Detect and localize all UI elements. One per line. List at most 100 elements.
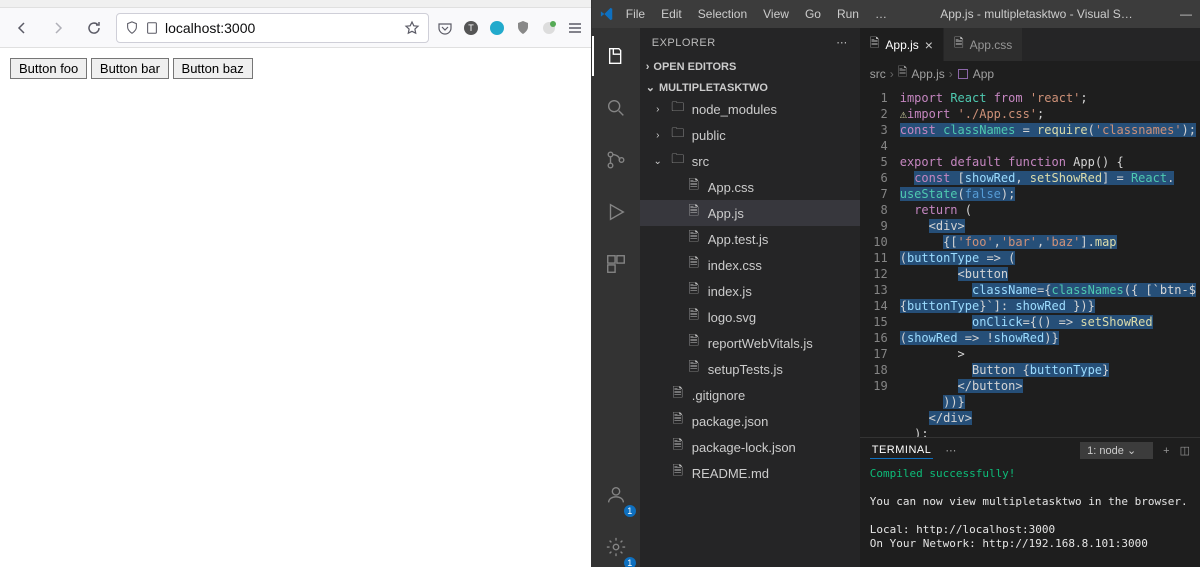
file-icon: 🗎 — [686, 306, 702, 328]
accounts-badge: 1 — [624, 505, 636, 517]
reload-button[interactable] — [80, 14, 108, 42]
file-icon: 🗎 — [686, 202, 702, 224]
file-tree: ›🗀node_modules ›🗀public ⌄🗀src 🗎App.css 🗎… — [640, 96, 860, 486]
menu-selection[interactable]: Selection — [692, 5, 753, 23]
browser-tabstrip — [0, 0, 591, 8]
file-icon: 🗎 — [954, 34, 964, 55]
tab-app-js[interactable]: 🗎App.js× — [860, 28, 944, 61]
file-index-css[interactable]: 🗎index.css — [640, 252, 860, 278]
file-icon: 🗎 — [686, 280, 702, 302]
settings-badge: 1 — [624, 557, 636, 567]
file-icon: 🗎 — [670, 384, 686, 406]
file-app-test-js[interactable]: 🗎App.test.js — [640, 226, 860, 252]
file-reportwebvitals[interactable]: 🗎reportWebVitals.js — [640, 330, 860, 356]
file-icon: 🗎 — [686, 176, 702, 198]
file-package-lock-json[interactable]: 🗎package-lock.json — [640, 434, 860, 460]
activity-scm[interactable] — [592, 140, 640, 180]
menu-go[interactable]: Go — [799, 5, 827, 23]
activity-bar: 1 1 — [592, 28, 640, 567]
folder-node-modules[interactable]: ›🗀node_modules — [640, 96, 860, 122]
vscode-window: File Edit Selection View Go Run … App.js… — [592, 0, 1200, 567]
terminal-select[interactable]: 1: node ⌄ — [1080, 442, 1153, 459]
back-button[interactable] — [8, 14, 36, 42]
minimize-icon[interactable]: — — [1180, 7, 1192, 21]
button-baz[interactable]: Button baz — [173, 58, 253, 79]
vscode-logo-icon — [600, 6, 616, 22]
url-text[interactable]: localhost:3000 — [165, 20, 398, 36]
folder-icon: 🗀 — [670, 124, 686, 146]
bookmark-star-icon[interactable] — [404, 20, 420, 36]
chevron-down-icon: ⌄ — [1127, 445, 1136, 457]
ext-icon-3[interactable] — [515, 20, 531, 36]
activity-accounts[interactable]: 1 — [592, 475, 640, 515]
window-title: App.js - multipletasktwo - Visual S… — [940, 7, 1133, 21]
open-editors-section[interactable]: ›OPEN EDITORS — [640, 59, 860, 75]
code-editor[interactable]: 12345678910111213141516171819 import Rea… — [860, 86, 1200, 437]
file-icon: 🗎 — [670, 410, 686, 432]
file-app-js[interactable]: 🗎App.js — [640, 200, 860, 226]
file-setuptests[interactable]: 🗎setupTests.js — [640, 356, 860, 382]
bottom-panel: TERMINAL ⋯ 1: node ⌄ + ◫ Compiled succes… — [860, 437, 1200, 567]
menu-edit[interactable]: Edit — [655, 5, 688, 23]
explorer-header: EXPLORER ⋯ — [640, 28, 860, 57]
symbol-icon — [957, 68, 969, 80]
terminal-tab[interactable]: TERMINAL — [870, 442, 934, 459]
file-app-css[interactable]: 🗎App.css — [640, 174, 860, 200]
explorer-more-icon[interactable]: ⋯ — [836, 36, 848, 49]
menu-run[interactable]: Run — [831, 5, 865, 23]
file-icon: 🗎 — [686, 254, 702, 276]
menu-more[interactable]: … — [869, 5, 893, 23]
activity-debug[interactable] — [592, 192, 640, 232]
file-package-json[interactable]: 🗎package.json — [640, 408, 860, 434]
file-logo-svg[interactable]: 🗎logo.svg — [640, 304, 860, 330]
terminal-output[interactable]: Compiled successfully! You can now view … — [860, 463, 1200, 567]
file-index-js[interactable]: 🗎index.js — [640, 278, 860, 304]
forward-button[interactable] — [44, 14, 72, 42]
address-bar[interactable]: localhost:3000 — [116, 13, 429, 43]
browser-toolbar: localhost:3000 T — [0, 8, 591, 48]
toolbar-icons: T — [437, 20, 583, 36]
file-icon: 🗎 — [898, 63, 908, 84]
window-controls: — — [1180, 7, 1192, 21]
panel-more-icon[interactable]: ⋯ — [945, 444, 956, 457]
menu-file[interactable]: File — [620, 5, 651, 23]
folder-src[interactable]: ⌄🗀src — [640, 148, 860, 174]
activity-extensions[interactable] — [592, 244, 640, 284]
page-content: Button foo Button bar Button baz — [0, 48, 591, 567]
file-icon: 🗎 — [686, 358, 702, 380]
menu-icon[interactable] — [567, 20, 583, 36]
pocket-icon[interactable] — [437, 20, 453, 36]
file-icon: 🗎 — [870, 34, 880, 55]
page-icon — [145, 21, 159, 35]
code-lines[interactable]: import React from 'react'; ⚠import './Ap… — [896, 86, 1200, 437]
folder-icon: 🗀 — [670, 150, 686, 172]
editor-tabs: 🗎App.js× 🗎App.css — [860, 28, 1200, 61]
folder-icon: 🗀 — [670, 98, 686, 120]
tab-app-css[interactable]: 🗎App.css — [944, 28, 1023, 61]
new-terminal-icon[interactable]: + — [1163, 445, 1169, 457]
ext-icon-2[interactable] — [489, 20, 505, 36]
file-readme-md[interactable]: 🗎README.md — [640, 460, 860, 486]
activity-explorer[interactable] — [592, 36, 640, 76]
shield-icon — [125, 21, 139, 35]
file-icon: 🗎 — [686, 228, 702, 250]
ext-icon-1[interactable]: T — [463, 20, 479, 36]
activity-search[interactable] — [592, 88, 640, 128]
browser-window: localhost:3000 T Button foo Button bar B… — [0, 0, 592, 567]
ext-icon-4[interactable] — [541, 20, 557, 36]
main-area: 1 1 EXPLORER ⋯ ›OPEN EDITORS ⌄MULTIPLETA… — [592, 28, 1200, 567]
close-icon[interactable]: × — [925, 37, 933, 53]
explorer-sidebar: EXPLORER ⋯ ›OPEN EDITORS ⌄MULTIPLETASKTW… — [640, 28, 860, 567]
button-bar[interactable]: Button bar — [91, 58, 169, 79]
button-foo[interactable]: Button foo — [10, 58, 87, 79]
split-terminal-icon[interactable]: ◫ — [1180, 444, 1190, 457]
file-gitignore[interactable]: 🗎.gitignore — [640, 382, 860, 408]
titlebar: File Edit Selection View Go Run … App.js… — [592, 0, 1200, 28]
file-icon: 🗎 — [670, 462, 686, 484]
menu-view[interactable]: View — [757, 5, 795, 23]
folder-public[interactable]: ›🗀public — [640, 122, 860, 148]
breadcrumb[interactable]: src› 🗎App.js› App — [860, 61, 1200, 86]
editor: 🗎App.js× 🗎App.css src› 🗎App.js› App 1234… — [860, 28, 1200, 567]
activity-settings[interactable]: 1 — [592, 527, 640, 567]
project-section[interactable]: ⌄MULTIPLETASKTWO — [640, 79, 860, 96]
